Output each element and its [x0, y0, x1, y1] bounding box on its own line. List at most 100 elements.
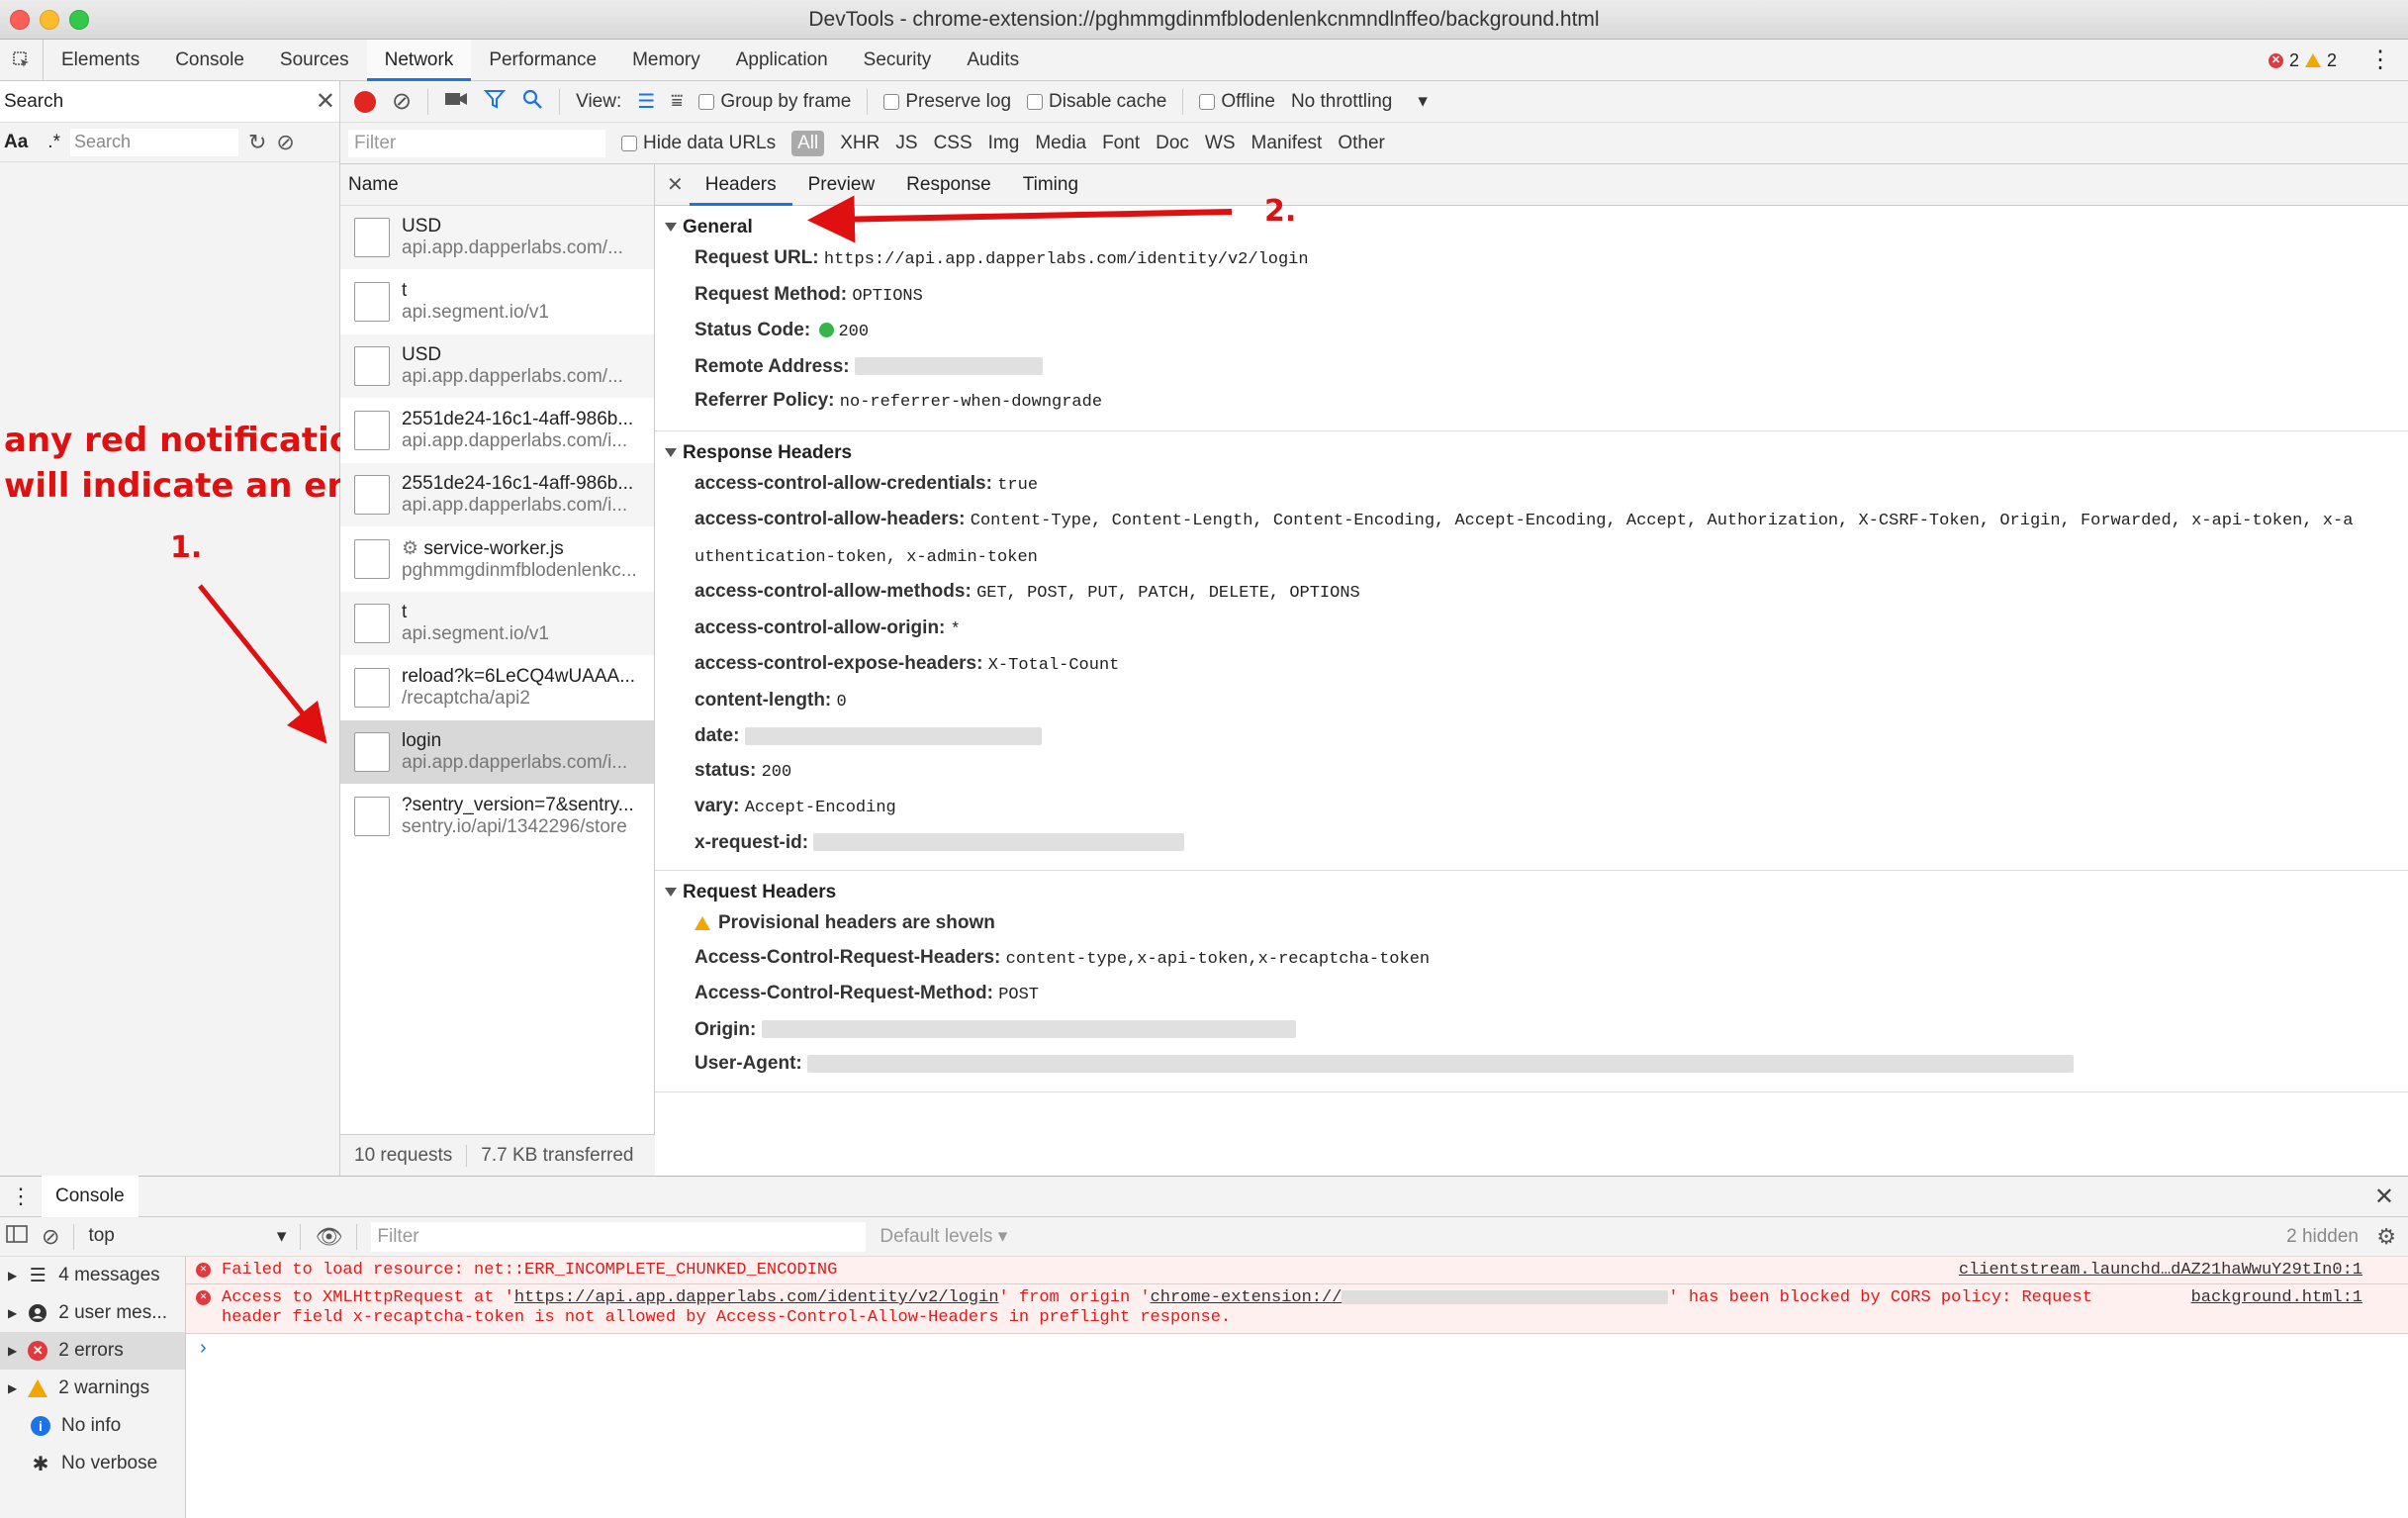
request-row[interactable]: USD api.app.dapperlabs.com/...	[340, 206, 654, 270]
close-details-icon[interactable]: ✕	[667, 172, 684, 197]
log-levels-select[interactable]: Default levels ▾	[880, 1225, 1007, 1248]
request-row[interactable]: USD api.app.dapperlabs.com/...	[340, 334, 654, 399]
general-toggle[interactable]: General	[655, 214, 2408, 241]
tab-performance[interactable]: Performance	[471, 40, 614, 81]
sidebar-item-user-messages[interactable]: ▶ 2 user mes...	[0, 1294, 185, 1332]
offline-checkbox[interactable]: Offline	[1199, 91, 1275, 113]
sidebar-item-verbose[interactable]: ✱ No verbose	[0, 1445, 185, 1482]
status-counters[interactable]: ✕ 2 2 ⋮	[2268, 40, 2408, 81]
tab-security[interactable]: Security	[846, 40, 950, 81]
filter-icon[interactable]	[483, 88, 507, 116]
request-row[interactable]: t api.segment.io/v1	[340, 270, 654, 334]
source-link[interactable]: background.html:1	[2191, 1288, 2362, 1308]
type-filter-media[interactable]: Media	[1035, 133, 1086, 154]
tab-preview[interactable]: Preview	[792, 164, 891, 206]
tab-headers[interactable]: Headers	[689, 164, 792, 206]
filter-input[interactable]: Filter	[348, 129, 605, 157]
drawer-tab-console[interactable]: Console	[42, 1176, 139, 1217]
request-name: t	[402, 602, 408, 622]
context-select[interactable]: top ▾	[88, 1225, 286, 1248]
disable-cache-checkbox[interactable]: Disable cache	[1027, 91, 1166, 113]
more-options-icon[interactable]: ⋮	[2368, 48, 2392, 72]
close-drawer-icon[interactable]: ✕	[2374, 1183, 2394, 1211]
tab-application[interactable]: Application	[718, 40, 846, 81]
request-count: 10 requests	[340, 1144, 468, 1167]
match-case-toggle[interactable]: Aa	[4, 132, 28, 153]
source-link[interactable]: clientstream.launchd…dAZ21haWwuY29tIn0:1	[1959, 1261, 2362, 1281]
transferred-size: 7.7 KB transferred	[481, 1144, 634, 1166]
close-search-icon[interactable]: ✕	[316, 87, 335, 116]
type-filter-xhr[interactable]: XHR	[840, 133, 880, 154]
file-icon	[354, 346, 390, 386]
throttling-select[interactable]: No throttling ▾	[1291, 90, 1428, 113]
request-name: reload?k=6LeCQ4wUAAA...	[402, 666, 636, 687]
console-filter-input[interactable]: Filter	[371, 1221, 867, 1252]
regex-toggle[interactable]: .*	[47, 132, 60, 153]
response-headers-toggle[interactable]: Response Headers	[655, 439, 2408, 467]
request-headers-section: Request Headers Provisional headers are …	[655, 871, 2408, 1092]
type-filter-doc[interactable]: Doc	[1156, 133, 1189, 154]
type-filter-ws[interactable]: WS	[1205, 133, 1236, 154]
request-path: sentry.io/api/1342296/store	[402, 816, 627, 837]
preserve-log-checkbox[interactable]: Preserve log	[883, 91, 1011, 113]
capture-screenshots-icon[interactable]	[444, 90, 468, 114]
type-filter-js[interactable]: JS	[895, 133, 917, 154]
tab-console[interactable]: Console	[157, 40, 262, 81]
sidebar-item-messages[interactable]: ▶ ☰ 4 messages	[0, 1257, 185, 1294]
tab-audits[interactable]: Audits	[949, 40, 1037, 81]
large-rows-icon[interactable]: ☰	[637, 89, 655, 114]
close-window-button[interactable]	[10, 10, 30, 30]
group-by-frame-checkbox[interactable]: Group by frame	[698, 91, 851, 113]
origin-link[interactable]: chrome-extension://	[1151, 1288, 1343, 1307]
request-row[interactable]: t api.segment.io/v1	[340, 592, 654, 656]
maximize-window-button[interactable]	[69, 10, 89, 30]
error-text: header field x-recaptcha-token is not al…	[222, 1308, 1232, 1327]
tab-memory[interactable]: Memory	[614, 40, 718, 81]
overview-icon[interactable]: ⩸	[671, 90, 683, 113]
console-settings-icon[interactable]: ⚙	[2376, 1224, 2396, 1250]
search-input[interactable]: Search	[69, 128, 238, 156]
clear-console-icon[interactable]: ⊘	[42, 1224, 59, 1250]
live-expression-icon[interactable]: 👁	[315, 1224, 342, 1250]
request-row[interactable]: reload?k=6LeCQ4wUAAA.../recaptcha/api2	[340, 656, 654, 720]
refresh-icon[interactable]: ↻	[248, 130, 266, 155]
sidebar-toggle-icon[interactable]	[6, 1224, 28, 1250]
type-filter-manifest[interactable]: Manifest	[1251, 133, 1323, 154]
request-row[interactable]: 2551de24-16c1-4aff-986b... api.app.dapper…	[340, 463, 654, 527]
minimize-window-button[interactable]	[40, 10, 59, 30]
tab-sources[interactable]: Sources	[262, 40, 367, 81]
file-icon	[354, 475, 390, 515]
type-filter-all[interactable]: All	[791, 130, 825, 156]
clear-icon[interactable]: ⊘	[392, 87, 412, 116]
tab-response[interactable]: Response	[890, 164, 1007, 206]
sidebar-item-warnings[interactable]: ▶ 2 warnings	[0, 1370, 185, 1407]
sidebar-item-errors[interactable]: ▶ ✕ 2 errors	[0, 1332, 185, 1370]
request-row[interactable]: ?sentry_version=7&sentry... sentry.io/api…	[340, 785, 654, 849]
type-filter-font[interactable]: Font	[1102, 133, 1140, 154]
sidebar-item-info[interactable]: i No info	[0, 1407, 185, 1445]
hide-data-urls-checkbox[interactable]: Hide data URLs	[621, 133, 776, 154]
console-error-message: ✕ Failed to load resource: net::ERR_INCO…	[186, 1257, 2408, 1284]
request-row[interactable]: 2551de24-16c1-4aff-986b... api.app.dapper…	[340, 399, 654, 463]
type-filter-img[interactable]: Img	[988, 133, 1020, 154]
request-headers-toggle[interactable]: Request Headers	[655, 879, 2408, 906]
tab-network[interactable]: Network	[366, 39, 472, 81]
request-row[interactable]: ⚙ service-worker.js pghmmgdinmfblodenlenk…	[340, 527, 654, 592]
header-key: User-Agent:	[695, 1053, 802, 1074]
console-prompt[interactable]: ›	[186, 1334, 2408, 1362]
header-value: OPTIONS	[852, 286, 923, 306]
request-path: pghmmgdinmfblodenlenkc...	[402, 559, 637, 581]
tab-elements[interactable]: Elements	[44, 40, 157, 81]
drawer-menu-icon[interactable]: ⋮	[0, 1184, 42, 1209]
request-row-selected[interactable]: login api.app.dapperlabs.com/i...	[340, 720, 654, 785]
type-filter-other[interactable]: Other	[1338, 133, 1385, 154]
inspect-element-icon[interactable]	[0, 39, 44, 81]
console-messages: ✕ Failed to load resource: net::ERR_INCO…	[186, 1257, 2408, 1518]
clear-search-icon[interactable]: ⊘	[276, 130, 294, 155]
error-url-link[interactable]: https://api.app.dapperlabs.com/identity/…	[514, 1288, 999, 1307]
type-filter-css[interactable]: CSS	[934, 133, 972, 154]
tab-timing[interactable]: Timing	[1007, 164, 1094, 206]
record-button[interactable]	[354, 90, 376, 113]
name-column-header[interactable]: Name	[340, 164, 654, 206]
search-icon[interactable]	[521, 88, 543, 116]
